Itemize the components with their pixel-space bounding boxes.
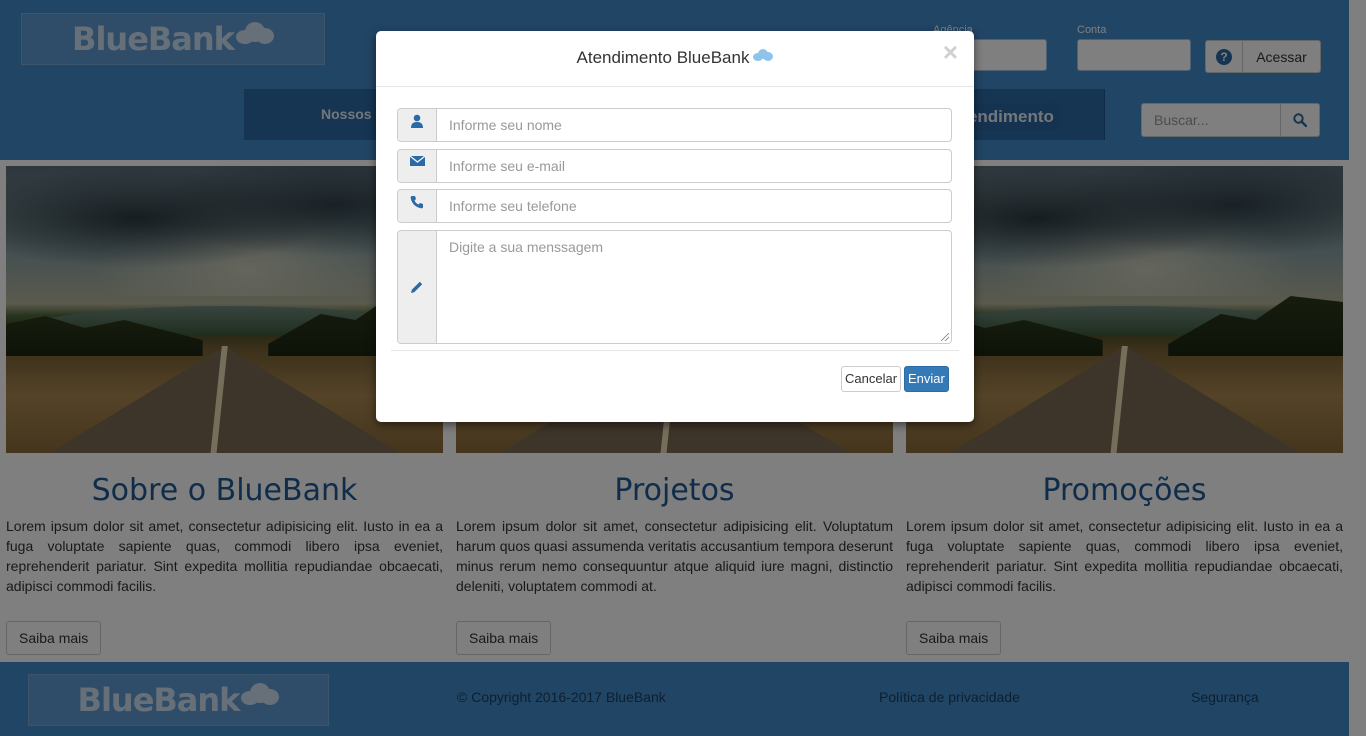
modal-footer-divider — [391, 350, 959, 351]
message-placeholder: Digite a sua menssagem — [449, 239, 604, 255]
envelope-icon — [398, 150, 437, 182]
modal-title: Atendimento BlueBank — [376, 48, 974, 68]
phone-field[interactable]: Informe seu telefone — [397, 189, 952, 223]
resize-handle[interactable] — [941, 333, 949, 341]
modal-header: Atendimento BlueBank × — [376, 31, 974, 87]
email-placeholder: Informe seu e-mail — [449, 158, 565, 174]
email-field[interactable]: Informe seu e-mail — [397, 149, 952, 183]
phone-placeholder: Informe seu telefone — [449, 198, 577, 214]
name-placeholder: Informe seu nome — [449, 117, 562, 133]
cloud-icon — [753, 49, 774, 61]
pencil-icon — [398, 231, 437, 343]
send-button[interactable]: Enviar — [904, 366, 949, 392]
cancel-button[interactable]: Cancelar — [841, 366, 902, 392]
close-icon[interactable]: × — [943, 39, 958, 65]
modal-title-text: Atendimento BlueBank — [576, 48, 750, 67]
user-icon — [398, 109, 437, 141]
name-field[interactable]: Informe seu nome — [397, 108, 952, 142]
message-textarea[interactable]: Digite a sua menssagem — [397, 230, 952, 344]
contact-modal: Atendimento BlueBank × Informe seu nome … — [376, 31, 974, 422]
phone-icon — [398, 190, 437, 222]
